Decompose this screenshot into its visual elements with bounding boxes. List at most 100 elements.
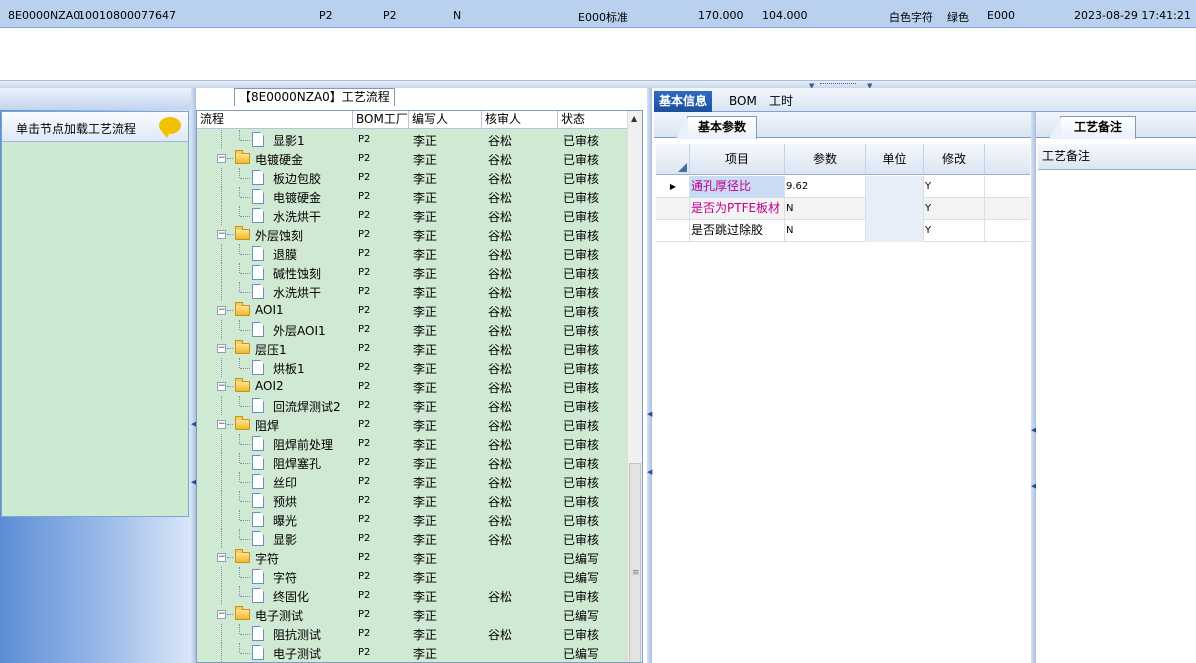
basic-params-panel: 基本参数 项目 参数 单位 修改 ▶ 通孔厚径比 9.62 Y 是否为PTFE板材 N Y 是… [654,112,1032,663]
tree-row[interactable]: 阻焊前处理 P2 李正 谷松 已审核 [197,434,629,453]
tree-row[interactable]: 终固化 P2 李正 谷松 已审核 [197,586,629,605]
tree-row[interactable]: 丝印 P2 李正 谷松 已审核 [197,472,629,491]
tree-folder-row[interactable]: − 外层蚀刻 P2 李正 谷松 已审核 [197,225,629,244]
tree-node-label: 阻焊塞孔 [273,457,322,471]
tree-line [239,130,240,140]
bom-factory-value: P2 [358,191,371,202]
tab-work-hours[interactable]: 工时 [764,91,798,112]
tree-line [227,158,233,159]
tree-line [239,510,240,520]
process-tree[interactable]: 流程 BOM工厂 编写人 核审人 状态 显影1 P2 李正 谷松 已审核 − 电镀硬金 P2 李… [196,110,643,663]
tree-row[interactable]: 水洗烘干 P2 李正 谷松 已审核 [197,282,629,301]
tree-row[interactable]: 曝光 P2 李正 谷松 已审核 [197,510,629,529]
col-item[interactable]: 项目 [690,144,785,175]
param-row[interactable]: 是否为PTFE板材 N Y [656,198,1030,220]
tree-folder-row[interactable]: − AOI1 P2 李正 谷松 已审核 [197,301,629,320]
tree-row[interactable]: 显影1 P2 李正 谷松 已审核 [197,130,629,149]
reviewer-value: 谷松 [488,172,513,186]
tree-row[interactable]: 阻焊塞孔 P2 李正 谷松 已审核 [197,453,629,472]
collapse-toggle-icon[interactable]: − [217,553,226,562]
col-bom-factory[interactable]: BOM工厂 [353,111,409,129]
param-unit[interactable] [866,176,924,198]
writer-value: 李正 [413,134,438,148]
param-value[interactable]: N [785,220,866,242]
tree-row[interactable]: 显影 P2 李正 谷松 已审核 [197,529,629,548]
collapse-left-icon[interactable]: ◀ [647,410,652,418]
tree-folder-row[interactable]: − 电子测试 P2 李正 已编写 [197,605,629,624]
col-reviewer[interactable]: 核审人 [482,111,558,129]
tree-node-label: 烘板1 [273,362,305,376]
horizontal-splitter[interactable]: ▼ ▼ [0,80,1196,90]
tree-row[interactable]: 回流焊测试2 P2 李正 谷松 已审核 [197,396,629,415]
node-hint-header[interactable]: 单击节点加载工艺流程 [2,112,188,142]
row-selector[interactable] [656,198,690,220]
writer-value: 李正 [413,172,438,186]
tree-line [239,168,240,178]
row-pointer-icon[interactable]: ▶ [656,176,690,198]
tree-row[interactable]: 退膜 P2 李正 谷松 已审核 [197,244,629,263]
tree-folder-row[interactable]: − AOI2 P2 李正 谷松 已审核 [197,377,629,396]
tree-folder-row[interactable]: − 阻焊 P2 李正 谷松 已审核 [197,415,629,434]
tab-basic-info[interactable]: 基本信息 [654,91,713,112]
param-value[interactable]: 9.62 [785,176,866,198]
collapse-toggle-icon[interactable]: − [217,382,226,391]
grid-corner[interactable] [656,144,690,175]
bom-factory-value: P2 [358,153,371,164]
writer-value: 李正 [413,571,438,585]
selected-order-row[interactable]: 8E0000NZA0 10010800077647 P2 P2 N E000标准… [0,0,1196,28]
tree-row[interactable]: 阻抗测试 P2 李正 谷松 已审核 [197,624,629,643]
col-param[interactable]: 参数 [785,144,866,175]
tree-row[interactable]: 字符 P2 李正 已编写 [197,567,629,586]
tree-line [221,206,222,225]
folder-icon [235,549,250,563]
tree-folder-row[interactable]: − 电镀硬金 P2 李正 谷松 已审核 [197,149,629,168]
param-unit[interactable] [866,220,924,242]
tree-row[interactable]: 电镀硬金 P2 李正 谷松 已审核 [197,187,629,206]
tree-row[interactable]: 水洗烘干 P2 李正 谷松 已审核 [197,206,629,225]
collapse-toggle-icon[interactable]: − [217,344,226,353]
tree-row[interactable]: 板边包胶 P2 李正 谷松 已审核 [197,168,629,187]
tree-scrollbar[interactable]: ▲ ≡ [627,111,642,662]
col-modify[interactable]: 修改 [924,144,985,175]
param-unit[interactable] [866,198,924,220]
collapse-toggle-icon[interactable]: − [217,230,226,239]
folder-icon [235,340,250,354]
col-status[interactable]: 状态 [558,111,629,129]
status-value: 已审核 [563,229,600,243]
tab-basic-params[interactable]: 基本参数 [675,116,758,139]
col-unit[interactable]: 单位 [866,144,924,175]
collapse-toggle-icon[interactable]: − [217,154,226,163]
tree-folder-row[interactable]: − 层压1 P2 李正 谷松 已审核 [197,339,629,358]
tree-row[interactable]: 电子测试 P2 李正 已编写 [197,643,629,662]
param-row[interactable]: 是否跳过除胶 N Y [656,220,1030,242]
col-flow[interactable]: 流程 [197,111,353,129]
row-selector[interactable] [656,220,690,242]
param-row[interactable]: ▶ 通孔厚径比 9.62 Y [656,176,1030,198]
tree-folder-row[interactable]: − 字符 P2 李正 已编写 [197,548,629,567]
collapse-toggle-icon[interactable]: − [217,610,226,619]
notes-tab-bar: 工艺备注 [1036,112,1196,139]
middle-splitter[interactable]: ◀ ◀ [647,88,652,663]
scroll-thumb[interactable]: ≡ [629,463,641,662]
tab-bom[interactable]: BOM [724,91,762,112]
collapse-toggle-icon[interactable]: − [217,420,226,429]
tree-row[interactable]: 烘板1 P2 李正 谷松 已审核 [197,358,629,377]
param-value[interactable]: N [785,198,866,220]
tree-row[interactable]: 外层AOI1 P2 李正 谷松 已审核 [197,320,629,339]
tree-line [221,396,222,415]
param-item: 是否为PTFE板材 [690,198,785,220]
tree-node-label: 字符 [273,571,298,585]
col-writer[interactable]: 编写人 [409,111,482,129]
scroll-up-icon[interactable]: ▲ [631,114,637,123]
tree-row[interactable]: 预烘 P2 李正 谷松 已审核 [197,491,629,510]
tab-process-notes[interactable]: 工艺备注 [1048,116,1137,139]
collapse-toggle-icon[interactable]: − [217,306,226,315]
param-modify[interactable]: Y [924,198,985,220]
length-cell: 170.000 [698,9,744,22]
tree-node-label: 电镀硬金 [273,191,322,205]
collapse-left-icon[interactable]: ◀ [647,468,652,476]
tree-row[interactable]: 碱性蚀刻 P2 李正 谷松 已审核 [197,263,629,282]
param-modify[interactable]: Y [924,220,985,242]
param-modify[interactable]: Y [924,176,985,198]
tree-line [221,263,222,282]
